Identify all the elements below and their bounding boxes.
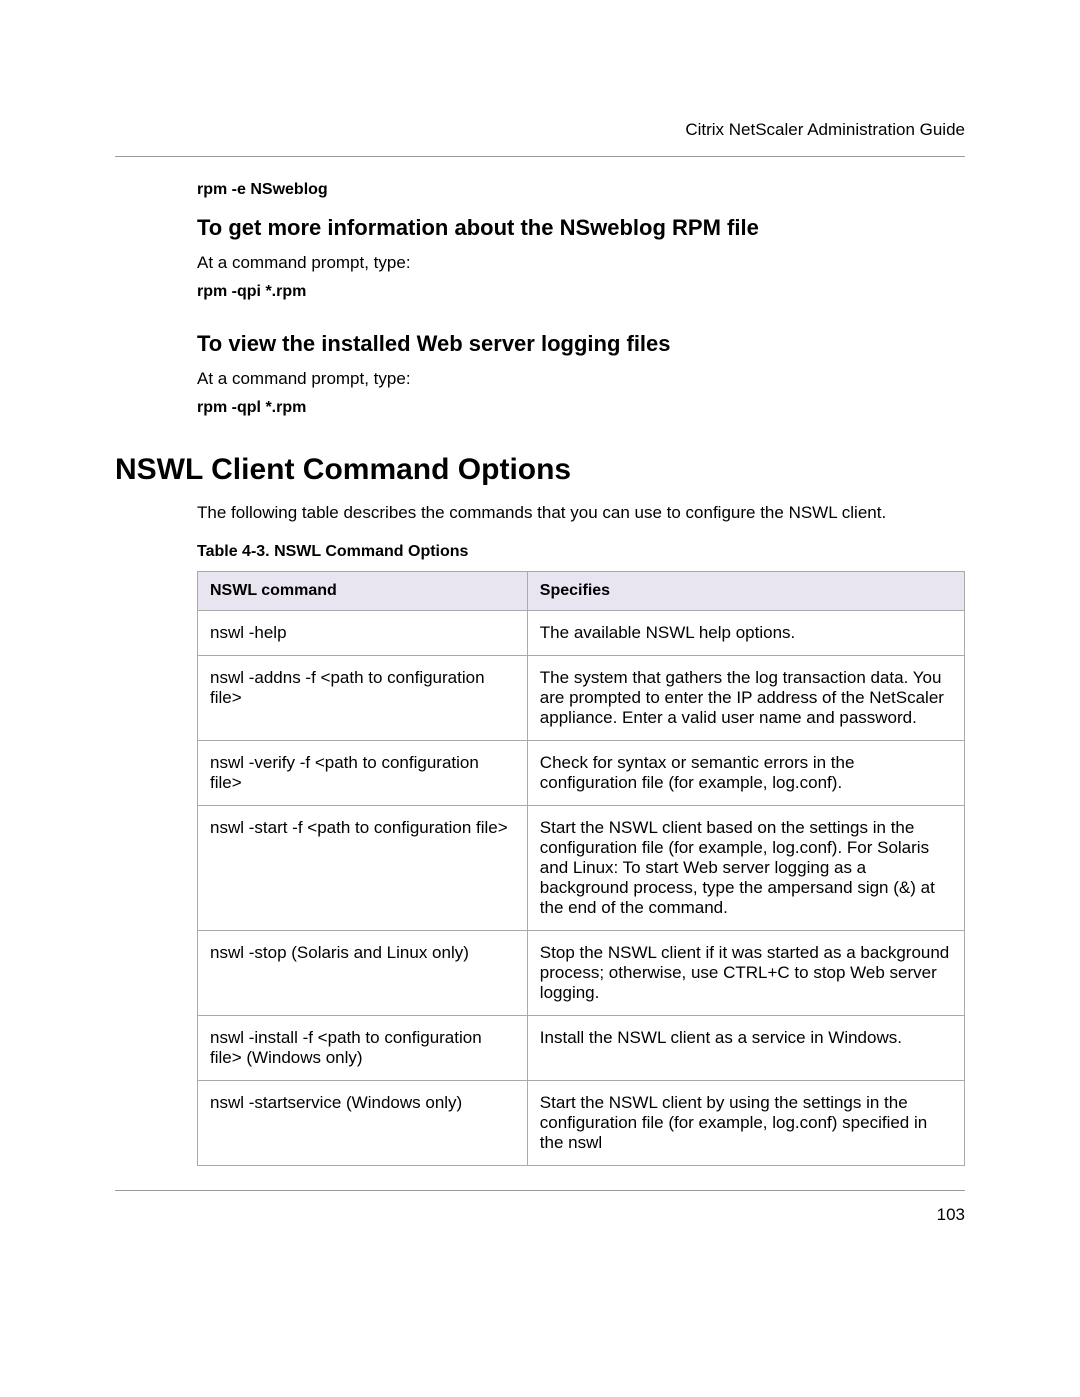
td-spec: Start the NSWL client by using the setti… [527, 1081, 964, 1166]
table-caption: Table 4-3. NSWL Command Options [197, 543, 965, 561]
td-spec: Start the NSWL client based on the setti… [527, 806, 964, 931]
td-command: nswl -start -f <path to configuration fi… [198, 806, 528, 931]
table-row: nswl -verify -f <path to configuration f… [198, 741, 965, 806]
table-row: nswl -stop (Solaris and Linux only) Stop… [198, 931, 965, 1016]
nswl-command-table: NSWL command Specifies nswl -help The av… [197, 571, 965, 1166]
td-command: nswl -stop (Solaris and Linux only) [198, 931, 528, 1016]
intro-text: The following table describes the comman… [197, 503, 965, 523]
table-row: nswl -startservice (Windows only) Start … [198, 1081, 965, 1166]
th-command: NSWL command [198, 572, 528, 611]
table-row: nswl -help The available NSWL help optio… [198, 611, 965, 656]
header-title: Citrix NetScaler Administration Guide [115, 120, 965, 140]
td-command: nswl -install -f <path to configuration … [198, 1016, 528, 1081]
td-command: nswl -verify -f <path to configuration f… [198, 741, 528, 806]
page-number: 103 [115, 1205, 965, 1225]
th-specifies: Specifies [527, 572, 964, 611]
td-spec: Check for syntax or semantic errors in t… [527, 741, 964, 806]
heading-get-info: To get more information about the NSwebl… [197, 215, 965, 241]
header-rule [115, 156, 965, 157]
heading-view-files: To view the installed Web server logging… [197, 331, 965, 357]
td-spec: Install the NSWL client as a service in … [527, 1016, 964, 1081]
table-row: nswl -addns -f <path to configuration fi… [198, 656, 965, 741]
text-prompt-1: At a command prompt, type: [197, 253, 965, 273]
td-command: nswl -help [198, 611, 528, 656]
main-heading: NSWL Client Command Options [115, 453, 965, 487]
footer-rule [115, 1190, 965, 1191]
table-row: nswl -install -f <path to configuration … [198, 1016, 965, 1081]
command-qpi: rpm -qpi *.rpm [197, 283, 965, 301]
command-qpl: rpm -qpl *.rpm [197, 399, 965, 417]
td-command: nswl -startservice (Windows only) [198, 1081, 528, 1166]
td-command: nswl -addns -f <path to configuration fi… [198, 656, 528, 741]
td-spec: Stop the NSWL client if it was started a… [527, 931, 964, 1016]
td-spec: The system that gathers the log transact… [527, 656, 964, 741]
command-uninstall: rpm -e NSweblog [197, 181, 965, 199]
table-row: nswl -start -f <path to configuration fi… [198, 806, 965, 931]
td-spec: The available NSWL help options. [527, 611, 964, 656]
text-prompt-2: At a command prompt, type: [197, 369, 965, 389]
